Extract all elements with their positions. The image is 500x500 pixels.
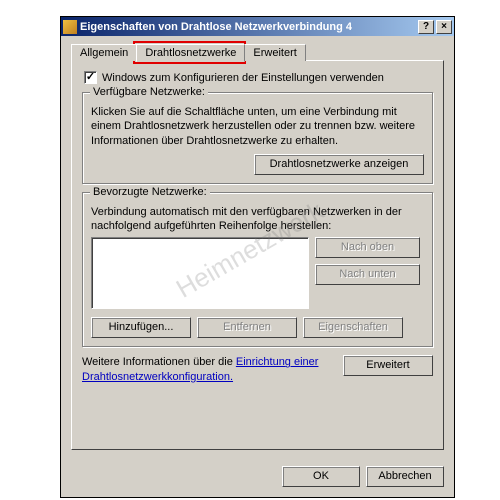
move-up-button[interactable]: Nach oben [315, 237, 420, 258]
remove-button[interactable]: Entfernen [197, 317, 297, 338]
tab-strip: Allgemein Drahtlosnetzwerke Erweitert [71, 44, 444, 61]
available-networks-text: Klicken Sie auf die Schaltfläche unten, … [91, 105, 424, 148]
close-button[interactable]: × [436, 20, 452, 34]
move-down-button[interactable]: Nach unten [315, 264, 420, 285]
window-title: Eigenschaften von Drahtlose Netzwerkverb… [80, 21, 416, 33]
show-networks-button[interactable]: Drahtlosnetzwerke anzeigen [254, 154, 424, 175]
help-button[interactable]: ? [418, 20, 434, 34]
dialog-buttons: OK Abbrechen [61, 460, 454, 497]
info-text: Weitere Informationen über die [82, 356, 236, 368]
properties-button[interactable]: Eigenschaften [303, 317, 403, 338]
ok-button[interactable]: OK [282, 466, 360, 487]
preferred-networks-group: Bevorzugte Netzwerke: Verbindung automat… [82, 192, 433, 348]
use-windows-config-checkbox[interactable]: ✓ [84, 71, 97, 84]
available-networks-group: Verfügbare Netzwerke: Klicken Sie auf di… [82, 92, 433, 184]
tab-wireless[interactable]: Drahtlosnetzwerke [136, 44, 245, 62]
use-windows-config-row: ✓ Windows zum Konfigurieren der Einstell… [84, 71, 435, 84]
properties-window: Eigenschaften von Drahtlose Netzwerkverb… [60, 16, 455, 498]
info-row: Weitere Informationen über die Einrichtu… [82, 355, 433, 384]
advanced-button[interactable]: Erweitert [343, 355, 433, 376]
tab-general[interactable]: Allgemein [71, 44, 137, 61]
preferred-networks-text: Verbindung automatisch mit den verfügbar… [91, 205, 424, 234]
tab-panel: ✓ Windows zum Konfigurieren der Einstell… [71, 60, 444, 450]
preferred-networks-list[interactable] [91, 237, 309, 309]
titlebar[interactable]: Eigenschaften von Drahtlose Netzwerkverb… [61, 17, 454, 36]
preferred-networks-label: Bevorzugte Netzwerke: [90, 186, 210, 198]
content-area: Allgemein Drahtlosnetzwerke Erweitert ✓ … [61, 36, 454, 460]
available-networks-label: Verfügbare Netzwerke: [90, 86, 208, 98]
app-icon [63, 20, 77, 34]
tab-advanced[interactable]: Erweitert [244, 44, 305, 61]
add-button[interactable]: Hinzufügen... [91, 317, 191, 338]
use-windows-config-label: Windows zum Konfigurieren der Einstellun… [102, 72, 384, 84]
cancel-button[interactable]: Abbrechen [366, 466, 444, 487]
